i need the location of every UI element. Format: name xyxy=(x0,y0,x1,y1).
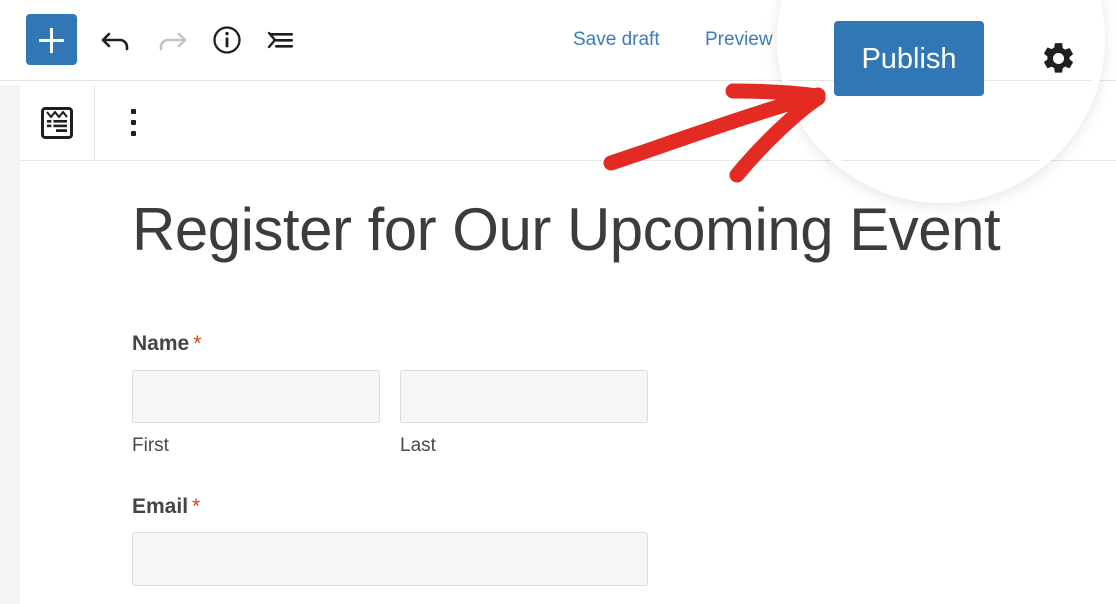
field-label-name-text: Name xyxy=(132,332,190,355)
redo-button[interactable] xyxy=(152,20,192,60)
required-marker: * xyxy=(193,332,202,355)
list-view-icon[interactable] xyxy=(262,20,302,60)
required-marker-email: * xyxy=(192,495,201,518)
plus-icon-vertical xyxy=(50,27,53,53)
editor-left-gutter xyxy=(0,85,20,604)
field-label-email: Email * xyxy=(132,494,200,520)
editor-screen: Save draft Preview Register for Our Upco… xyxy=(0,0,1116,604)
first-name-sublabel: First xyxy=(132,435,169,456)
gear-icon-magnified[interactable] xyxy=(1040,40,1077,77)
field-label-email-text: Email xyxy=(132,495,189,518)
wpforms-block-icon[interactable] xyxy=(20,85,94,160)
form-title: Register for Our Upcoming Event xyxy=(132,196,1001,263)
save-draft-button[interactable]: Save draft xyxy=(573,28,660,52)
email-input[interactable] xyxy=(132,532,648,586)
preview-button[interactable]: Preview xyxy=(705,28,773,52)
block-more-options-button[interactable] xyxy=(106,85,160,160)
publish-button[interactable]: Publish xyxy=(834,21,984,96)
field-label-name: Name * xyxy=(132,331,201,357)
lens-divider-bottom xyxy=(784,160,1098,161)
magnifier-lens-content: Publish xyxy=(784,0,1098,196)
magnifier-lens-overlay: Publish xyxy=(784,0,1098,196)
vertical-dots-icon xyxy=(130,109,136,136)
editor-canvas: Register for Our Upcoming Event Name * Fi… xyxy=(20,161,1116,604)
info-icon[interactable] xyxy=(207,20,247,60)
last-name-input[interactable] xyxy=(400,370,648,423)
last-name-sublabel: Last xyxy=(400,435,436,456)
undo-button[interactable] xyxy=(96,20,136,60)
add-block-button[interactable] xyxy=(26,14,77,65)
block-toolbar-divider xyxy=(94,85,95,160)
first-name-input[interactable] xyxy=(132,370,380,423)
